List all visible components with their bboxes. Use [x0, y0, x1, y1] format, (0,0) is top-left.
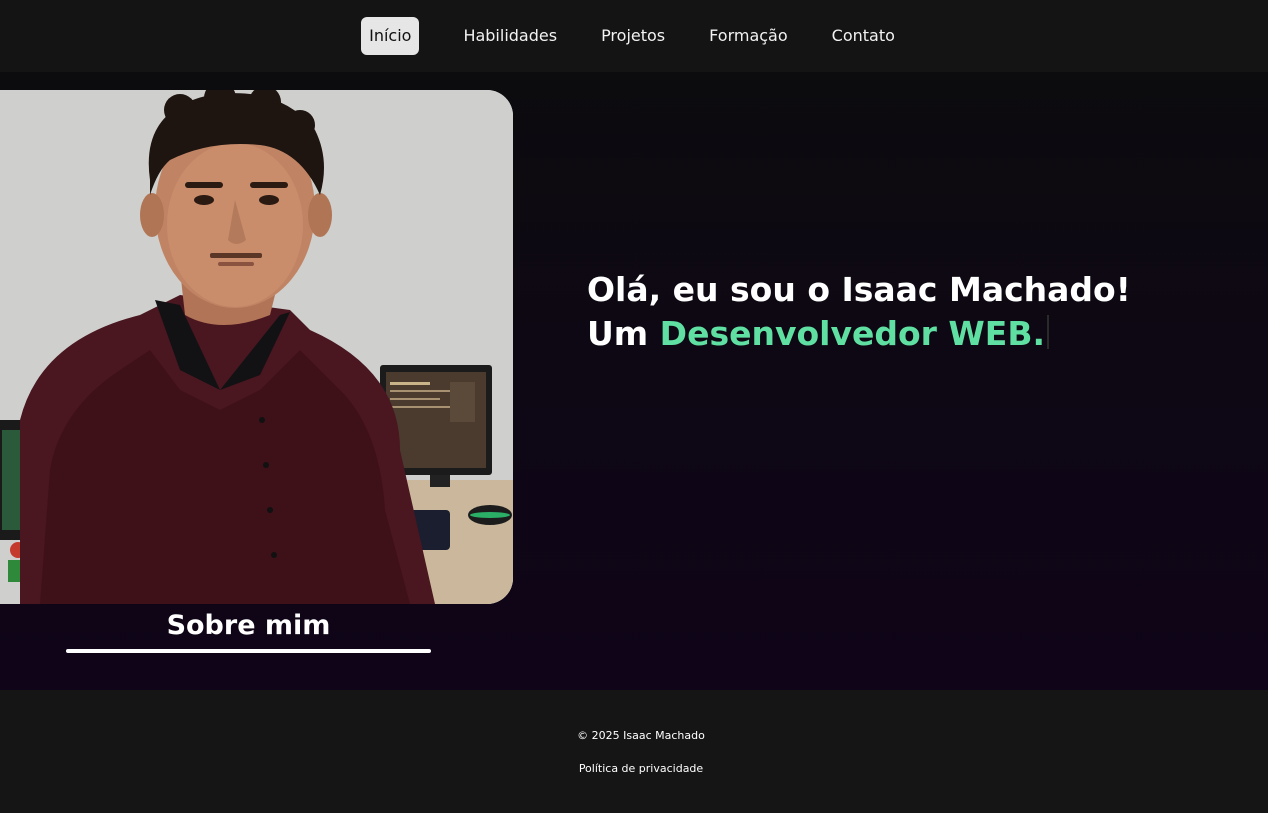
nav-item-habilidades[interactable]: Habilidades	[455, 18, 565, 54]
top-navigation: Início Habilidades Projetos Formação Con…	[0, 0, 1268, 72]
intro-text: Olá, eu sou o Isaac Machado! Um Desenvol…	[587, 268, 1131, 356]
nav-item-formacao[interactable]: Formação	[701, 18, 796, 54]
about-me-heading[interactable]: Sobre mim	[66, 610, 431, 641]
nav-list: Início Habilidades Projetos Formação Con…	[361, 17, 917, 55]
nav-item-projetos[interactable]: Projetos	[593, 18, 673, 54]
greeting-heading: Olá, eu sou o Isaac Machado!	[587, 270, 1131, 309]
role-line: Um Desenvolvedor WEB.	[587, 312, 1131, 356]
footer: © 2025 Isaac Machado Política de privaci…	[0, 690, 1268, 813]
role-highlight: Desenvolvedor WEB.	[659, 314, 1046, 353]
copyright-text: © 2025 Isaac Machado	[577, 729, 705, 742]
typing-cursor	[1047, 315, 1050, 349]
privacy-policy-link[interactable]: Política de privacidade	[0, 762, 1268, 775]
nav-item-inicio[interactable]: Início	[361, 17, 420, 55]
hero-section: Sobre mim Olá, eu sou o Isaac Machado! U…	[0, 72, 1268, 690]
about-me-underline	[66, 649, 431, 653]
nav-item-contato[interactable]: Contato	[824, 18, 903, 54]
page: Início Habilidades Projetos Formação Con…	[0, 0, 1268, 813]
profile-photo-illustration	[0, 90, 513, 604]
role-prefix: Um	[587, 314, 660, 353]
profile-photo	[0, 90, 513, 604]
